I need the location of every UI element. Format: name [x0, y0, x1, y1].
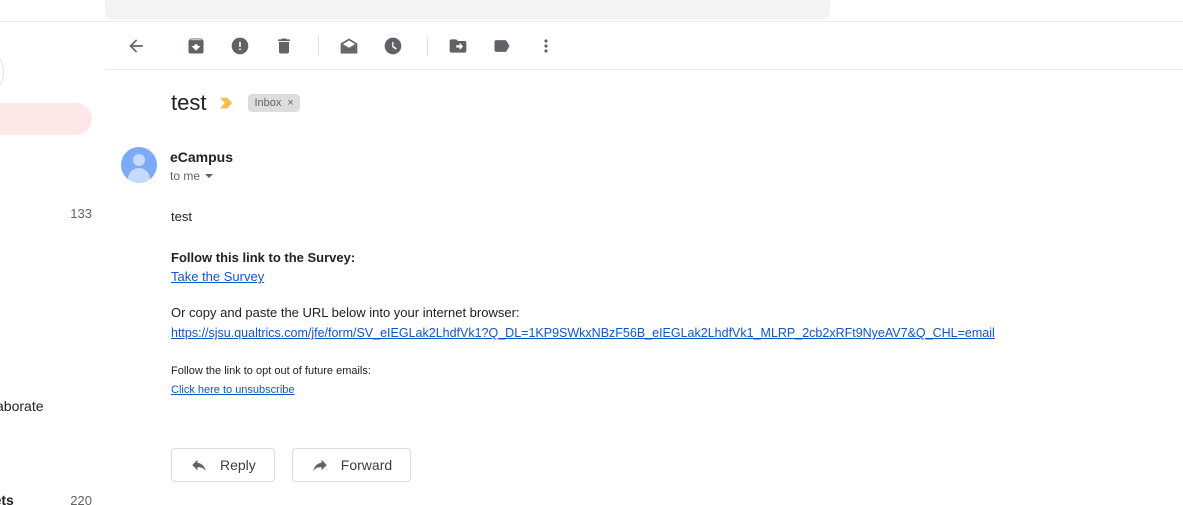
- forward-arrow-icon: [313, 459, 327, 471]
- avatar[interactable]: [121, 147, 157, 183]
- compose-button[interactable]: [0, 44, 4, 100]
- snooze-clock-icon[interactable]: [373, 26, 413, 66]
- move-to-folder-icon[interactable]: [438, 26, 478, 66]
- body-copy-paste-text: Or copy and paste the URL below into you…: [171, 305, 520, 320]
- back-arrow-icon[interactable]: [116, 26, 156, 66]
- search-input[interactable]: [105, 0, 830, 20]
- sender-name: eCampus: [170, 149, 234, 165]
- action-buttons: Reply Forward: [171, 448, 412, 482]
- mark-unread-icon[interactable]: [329, 26, 369, 66]
- inbox-chip-label: Inbox: [254, 97, 282, 109]
- close-icon[interactable]: ×: [287, 94, 293, 112]
- sidebar-tickets-count: 220: [70, 493, 92, 505]
- avatar-head: [133, 154, 145, 166]
- sidebar: 133 ollaborate ckets 220: [0, 0, 104, 505]
- avatar-body: [128, 168, 150, 183]
- archive-icon[interactable]: [176, 26, 216, 66]
- email-toolbar: [105, 22, 1183, 69]
- more-options-icon[interactable]: [526, 26, 566, 66]
- unsubscribe-link[interactable]: Click here to unsubscribe: [171, 383, 295, 397]
- report-spam-icon[interactable]: [220, 26, 260, 66]
- reply-label: Reply: [220, 457, 256, 473]
- body-optout-text: Follow the link to opt out of future ema…: [171, 365, 371, 377]
- page-title: test: [171, 90, 207, 115]
- status-badge: Inbox ×: [248, 94, 300, 112]
- toolbar-divider: [427, 35, 428, 56]
- take-survey-link[interactable]: Take the Survey: [171, 268, 264, 286]
- sender-meta: eCampus to me: [170, 147, 233, 184]
- sender-row: eCampus to me: [121, 147, 233, 184]
- body-greeting: test: [171, 209, 192, 224]
- toolbar-divider-line: [105, 69, 1183, 70]
- recipient-label: to me: [170, 169, 201, 183]
- label-tag-icon[interactable]: [482, 26, 522, 66]
- delete-icon[interactable]: [264, 26, 304, 66]
- sidebar-inbox-count: 133: [70, 206, 92, 221]
- message-body: test Follow this link to the Survey: Tak…: [171, 208, 1131, 397]
- chevron-down-icon[interactable]: [205, 174, 214, 178]
- label-tag-icon: [218, 96, 234, 110]
- forward-button[interactable]: Forward: [291, 448, 412, 482]
- sidebar-item-tickets[interactable]: ckets: [0, 492, 14, 505]
- recipient-row[interactable]: to me: [170, 168, 233, 184]
- survey-url-link[interactable]: https://sjsu.qualtrics.com/jfe/form/SV_e…: [171, 324, 995, 342]
- forward-label: Forward: [340, 457, 393, 473]
- subject-row: test Inbox ×: [171, 90, 300, 116]
- reply-arrow-icon: [192, 459, 206, 471]
- body-survey-heading: Follow this link to the Survey:: [171, 250, 356, 265]
- reply-button[interactable]: Reply: [171, 448, 275, 482]
- sidebar-item-inbox[interactable]: [0, 103, 92, 135]
- toolbar-divider: [318, 35, 319, 56]
- sidebar-item-collaborate[interactable]: ollaborate: [0, 398, 44, 414]
